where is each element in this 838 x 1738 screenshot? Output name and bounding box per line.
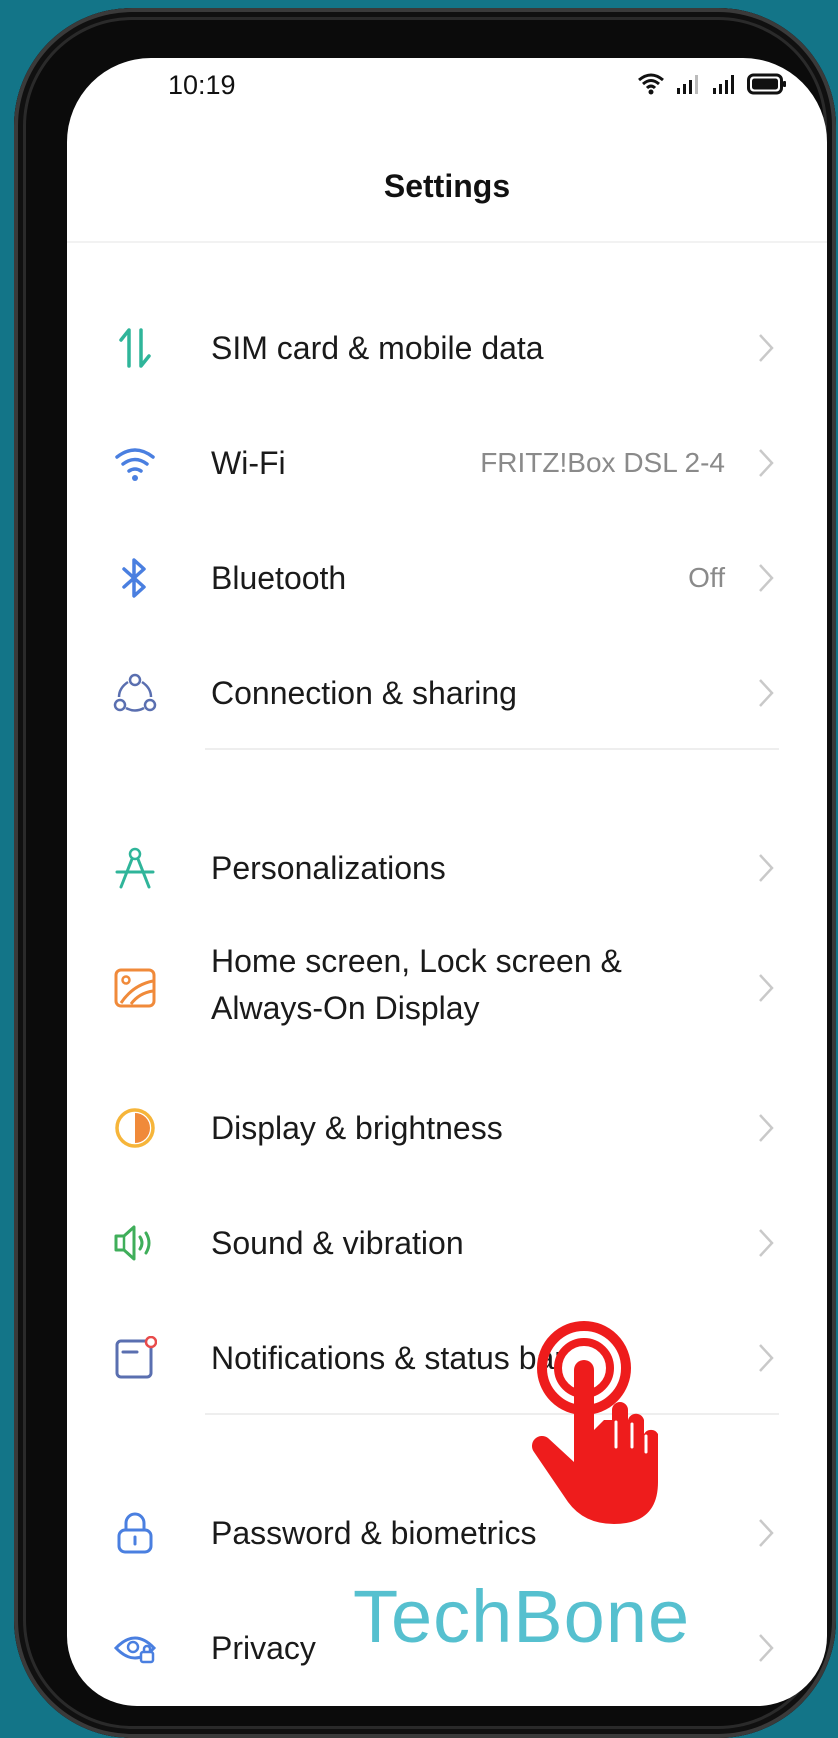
settings-item-bluetooth[interactable]: Bluetooth Off xyxy=(67,538,827,618)
chevron-right-icon xyxy=(759,1114,774,1142)
display-label: Display & brightness xyxy=(211,1110,503,1146)
wallpaper-icon xyxy=(113,966,157,1010)
notification-icon xyxy=(113,1336,157,1380)
chevron-right-icon xyxy=(759,854,774,882)
status-bar: 10:19 xyxy=(67,58,827,138)
sim-label: SIM card & mobile data xyxy=(211,330,544,366)
wifi-status-icon xyxy=(638,73,664,95)
speaker-icon xyxy=(113,1221,157,1265)
wifi-network-value: FRITZ!Box DSL 2-4 xyxy=(480,447,725,478)
bluetooth-icon xyxy=(113,556,157,600)
settings-item-connection-sharing[interactable]: Connection & sharing xyxy=(67,653,827,733)
settings-item-notifications[interactable]: Notifications & status bar xyxy=(67,1318,827,1398)
bluetooth-label: Bluetooth xyxy=(211,560,347,596)
wifi-icon xyxy=(113,441,157,485)
tap-hand-icon xyxy=(532,1321,658,1524)
status-icons xyxy=(637,72,787,96)
settings-item-sound[interactable]: Sound & vibration xyxy=(67,1203,827,1283)
signal-1-icon xyxy=(677,75,698,94)
settings-item-sim[interactable]: SIM card & mobile data xyxy=(67,308,827,388)
bluetooth-status-value: Off xyxy=(688,562,725,593)
phone-frame: 10:19 Settings SIM card & mobile data Wi… xyxy=(14,8,836,1738)
privacy-label: Privacy xyxy=(211,1630,316,1666)
section-divider xyxy=(205,1413,779,1415)
signal-2-icon xyxy=(713,75,734,94)
chevron-right-icon xyxy=(759,449,774,477)
home-screen-label-line1: Home screen, Lock screen & xyxy=(211,943,622,979)
wifi-label: Wi-Fi xyxy=(211,445,286,481)
battery-icon xyxy=(747,73,786,95)
privacy-eye-icon xyxy=(113,1626,157,1670)
chevron-right-icon xyxy=(759,1519,774,1547)
settings-item-home-screen[interactable]: Home screen, Lock screen & Always-On Dis… xyxy=(67,923,827,1053)
password-label: Password & biometrics xyxy=(211,1515,537,1551)
personalizations-label: Personalizations xyxy=(211,850,446,886)
section-divider xyxy=(205,748,779,750)
chevron-right-icon xyxy=(759,334,774,362)
settings-item-password[interactable]: Password & biometrics xyxy=(67,1493,827,1573)
chevron-right-icon xyxy=(759,1634,774,1662)
sound-label: Sound & vibration xyxy=(211,1225,464,1261)
chevron-right-icon xyxy=(759,679,774,707)
notifications-label: Notifications & status bar xyxy=(211,1340,565,1376)
settings-item-personalizations[interactable]: Personalizations xyxy=(67,828,827,908)
compass-icon xyxy=(113,846,157,890)
chevron-right-icon xyxy=(759,564,774,592)
screen: 10:19 Settings SIM card & mobile data Wi… xyxy=(67,58,827,1706)
status-time: 10:19 xyxy=(168,70,236,100)
connection-sharing-icon xyxy=(113,671,157,715)
chevron-right-icon xyxy=(759,1344,774,1372)
connection-label: Connection & sharing xyxy=(211,675,517,711)
chevron-right-icon xyxy=(759,974,774,1002)
lock-icon xyxy=(113,1511,157,1555)
settings-item-wifi[interactable]: Wi-Fi FRITZ!Box DSL 2-4 xyxy=(67,423,827,503)
settings-item-display[interactable]: Display & brightness xyxy=(67,1088,827,1168)
chevron-right-icon xyxy=(759,1229,774,1257)
page-title: Settings xyxy=(383,168,511,204)
brightness-icon xyxy=(113,1106,157,1150)
sim-data-icon xyxy=(113,326,157,370)
watermark: TechBone xyxy=(353,1575,691,1658)
header-divider xyxy=(67,241,827,243)
home-screen-label-line2: Always-On Display xyxy=(211,990,480,1026)
